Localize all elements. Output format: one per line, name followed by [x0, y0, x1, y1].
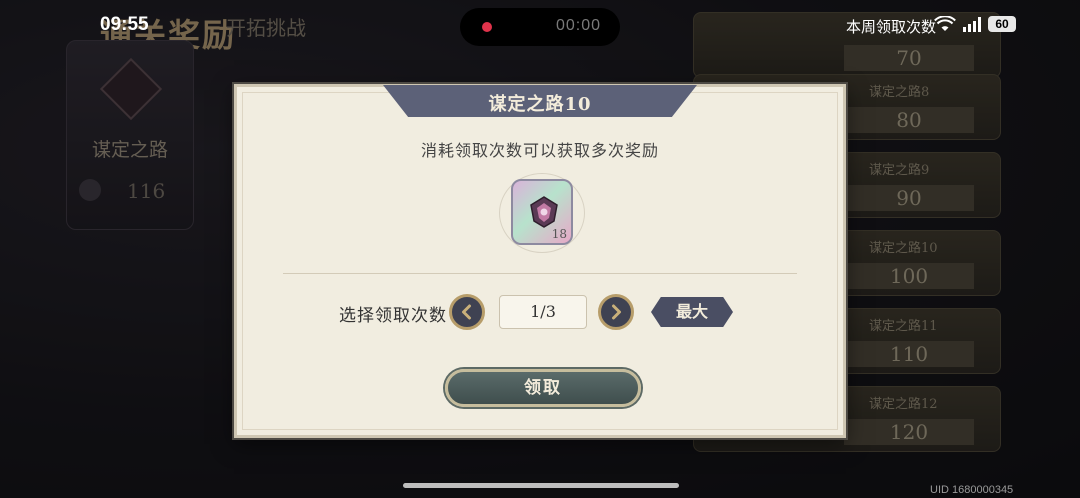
chevron-left-icon: [462, 304, 471, 320]
chevron-right-icon: [612, 304, 621, 320]
dialog-description: 消耗领取次数可以获取多次奖励: [420, 141, 659, 160]
increase-button[interactable]: [598, 294, 634, 330]
dialog-title: 谋定之路10: [488, 94, 592, 115]
reward-quantity: 18: [551, 227, 567, 241]
divider: [283, 273, 797, 274]
select-count-label: 选择领取次数: [339, 306, 447, 326]
battery-indicator: 60: [988, 16, 1016, 32]
recording-icon: [482, 22, 492, 32]
signal-icon: [963, 17, 981, 32]
decrease-button[interactable]: [449, 294, 485, 330]
reward-card: 18: [511, 179, 573, 245]
dynamic-island: 00:00: [460, 8, 620, 46]
weekly-claims-label: 本周领取次数: [846, 18, 937, 36]
recording-timer: 00:00: [556, 17, 602, 34]
wifi-icon: [934, 16, 956, 31]
emblem-icon: [530, 196, 558, 228]
home-indicator[interactable]: [403, 483, 679, 488]
uid-label: UID 1680000345: [930, 484, 1014, 496]
claim-dialog: 谋定之路10 消耗领取次数可以获取多次奖励 18 选择领取次数 1/3 最大 领…: [234, 84, 846, 438]
max-button[interactable]: 最大: [651, 297, 733, 327]
claim-button[interactable]: 领取: [445, 369, 641, 407]
status-time: 09:55: [100, 14, 149, 35]
reward-item[interactable]: 18: [499, 173, 585, 253]
count-input[interactable]: 1/3: [499, 295, 587, 329]
status-icons: 60: [934, 16, 1016, 32]
